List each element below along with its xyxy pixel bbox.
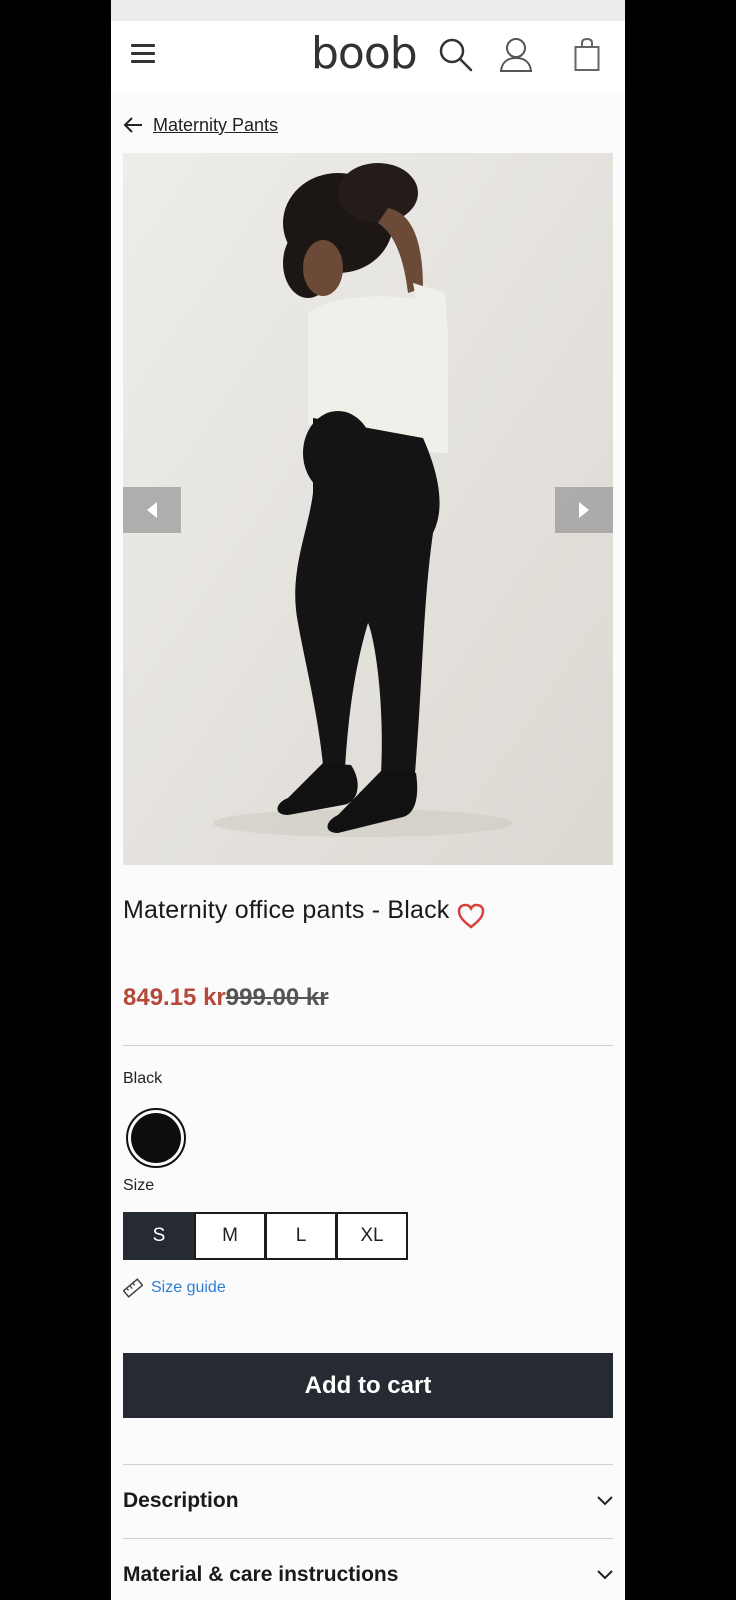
product-image <box>123 153 613 865</box>
size-option-s[interactable]: S <box>123 1212 195 1260</box>
product-page: boob Maternity Pants Maternity office pa… <box>111 0 625 1600</box>
size-guide-link[interactable]: Size guide <box>123 1278 226 1298</box>
chevron-left-icon <box>147 502 157 518</box>
chevron-down-icon <box>597 1570 613 1580</box>
site-header: boob <box>111 21 625 91</box>
search-icon[interactable] <box>439 38 473 77</box>
color-swatch-black[interactable] <box>126 1108 186 1168</box>
chevron-right-icon <box>579 502 589 518</box>
status-strip <box>111 0 625 21</box>
size-option-m[interactable]: M <box>194 1212 266 1260</box>
product-photo <box>123 153 613 865</box>
price-block: 849.15 kr999.00 kr <box>123 984 329 1012</box>
brand-logo[interactable]: boob <box>311 29 418 79</box>
gallery-prev-button[interactable] <box>123 487 181 533</box>
gallery-next-button[interactable] <box>555 487 613 533</box>
accordion-label: Description <box>123 1489 239 1512</box>
account-icon[interactable] <box>499 37 533 78</box>
size-label: Size <box>123 1177 155 1194</box>
divider <box>123 1045 613 1046</box>
menu-icon[interactable] <box>131 44 155 64</box>
shopping-bag-icon[interactable] <box>574 37 600 77</box>
wishlist-heart-icon[interactable] <box>457 903 485 934</box>
divider <box>123 1538 613 1539</box>
accordion-material-care[interactable]: Material & care instructions <box>123 1555 613 1595</box>
add-to-cart-button[interactable]: Add to cart <box>123 1353 613 1418</box>
breadcrumb-link[interactable]: Maternity Pants <box>153 115 278 136</box>
divider <box>123 1464 613 1465</box>
accordion-description[interactable]: Description <box>123 1481 613 1521</box>
breadcrumb[interactable]: Maternity Pants <box>123 110 278 140</box>
size-option-xl[interactable]: XL <box>336 1212 408 1260</box>
product-title: Maternity office pants - Black <box>123 896 450 924</box>
size-option-l[interactable]: L <box>265 1212 337 1260</box>
chevron-down-icon <box>597 1496 613 1506</box>
sale-price: 849.15 kr <box>123 984 226 1011</box>
size-selector: S M L XL <box>123 1212 408 1260</box>
original-price: 999.00 kr <box>225 984 329 1011</box>
size-guide-text[interactable]: Size guide <box>151 1279 226 1297</box>
accordion-label: Material & care instructions <box>123 1563 399 1586</box>
color-label: Black <box>123 1070 163 1087</box>
arrow-left-icon <box>123 117 142 133</box>
ruler-icon <box>123 1278 143 1298</box>
